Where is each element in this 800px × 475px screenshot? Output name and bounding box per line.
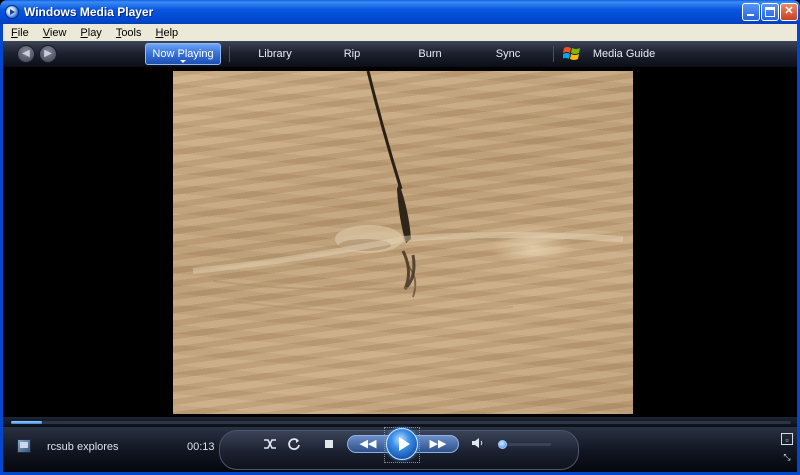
menu-tools[interactable]: Tools [116, 27, 142, 39]
close-icon: ✕ [784, 5, 794, 17]
tab-now-playing[interactable]: Now Playing [145, 43, 221, 65]
fullscreen-icon[interactable]: ⤡ [781, 451, 793, 463]
close-button[interactable]: ✕ [780, 3, 798, 21]
menu-play-label: lay [87, 26, 102, 39]
menu-view-label: iew [49, 26, 67, 39]
video-frame[interactable] [173, 71, 633, 414]
tab-media-guide-label: Media Guide [592, 48, 656, 60]
maximize-button[interactable] [761, 3, 779, 21]
menu-file[interactable]: File [11, 27, 29, 39]
seek-track[interactable] [11, 421, 791, 424]
title-bar[interactable]: Windows Media Player ✕ [0, 0, 800, 24]
forward-button[interactable]: ▶ [39, 45, 57, 63]
tab-burn[interactable]: Burn [407, 41, 453, 67]
video-stage[interactable] [0, 67, 800, 417]
menu-file-hotkey: F [11, 26, 18, 39]
tab-library-label: Library [258, 48, 292, 60]
menu-help[interactable]: Help [156, 27, 179, 39]
media-player-icon[interactable] [5, 5, 19, 19]
stop-icon[interactable] [325, 440, 333, 448]
tab-burn-label: Burn [418, 48, 442, 60]
now-playing-title: rcsub explores [47, 441, 119, 453]
elapsed-time: 00:13 [187, 441, 215, 453]
menu-tools-label: ools [121, 26, 142, 39]
tab-rip-label: Rip [343, 48, 361, 60]
rewind-icon[interactable]: ◀◀ [357, 437, 379, 451]
tab-library[interactable]: Library [243, 41, 307, 67]
playback-controls: rcsub explores 00:13 ◀◀ ▶▶ ▫ ⤡ [0, 427, 800, 475]
windows-logo-icon[interactable] [563, 45, 581, 63]
switch-to-skin-icon[interactable]: ▫ [781, 433, 793, 445]
tab-divider [229, 46, 230, 62]
speaker-icon[interactable] [471, 436, 483, 450]
menu-play-hotkey: P [80, 26, 88, 39]
seek-bar[interactable] [0, 417, 800, 427]
repeat-icon[interactable] [287, 437, 301, 451]
menu-help-label: elp [163, 26, 179, 39]
video-content [192, 71, 624, 314]
chevron-down-icon[interactable] [180, 60, 186, 63]
tab-media-guide[interactable]: Media Guide [587, 41, 661, 67]
tab-divider [553, 46, 554, 62]
tab-sync[interactable]: Sync [485, 41, 531, 67]
volume-knob[interactable] [497, 440, 507, 449]
minimize-icon [747, 14, 754, 16]
menu-view[interactable]: View [43, 27, 67, 39]
fast-forward-icon[interactable]: ▶▶ [427, 437, 449, 451]
back-button[interactable]: ◀ [17, 45, 35, 63]
maximize-icon [765, 7, 775, 17]
tab-rip[interactable]: Rip [329, 41, 375, 67]
shuffle-icon[interactable] [263, 437, 277, 451]
menu-view-hotkey: V [42, 26, 50, 39]
media-thumbnail-icon[interactable] [17, 439, 31, 453]
seek-progress [11, 421, 43, 424]
volume-slider[interactable] [499, 443, 551, 446]
navigation-bar: ◀ ▶ Now Playing Library Rip Burn Sync Me… [0, 41, 800, 67]
menu-bar: File View Play Tools Help [0, 24, 800, 41]
forward-arrow-icon: ▶ [44, 48, 52, 59]
minimize-button[interactable] [742, 3, 760, 21]
tab-now-playing-label: Now Playing [152, 48, 214, 60]
back-arrow-icon: ◀ [22, 48, 30, 59]
tab-sync-label: Sync [495, 48, 521, 60]
window-title: Windows Media Player [24, 5, 154, 19]
menu-file-label: ile [17, 26, 29, 39]
play-button[interactable] [386, 428, 418, 460]
menu-play[interactable]: Play [80, 27, 101, 39]
